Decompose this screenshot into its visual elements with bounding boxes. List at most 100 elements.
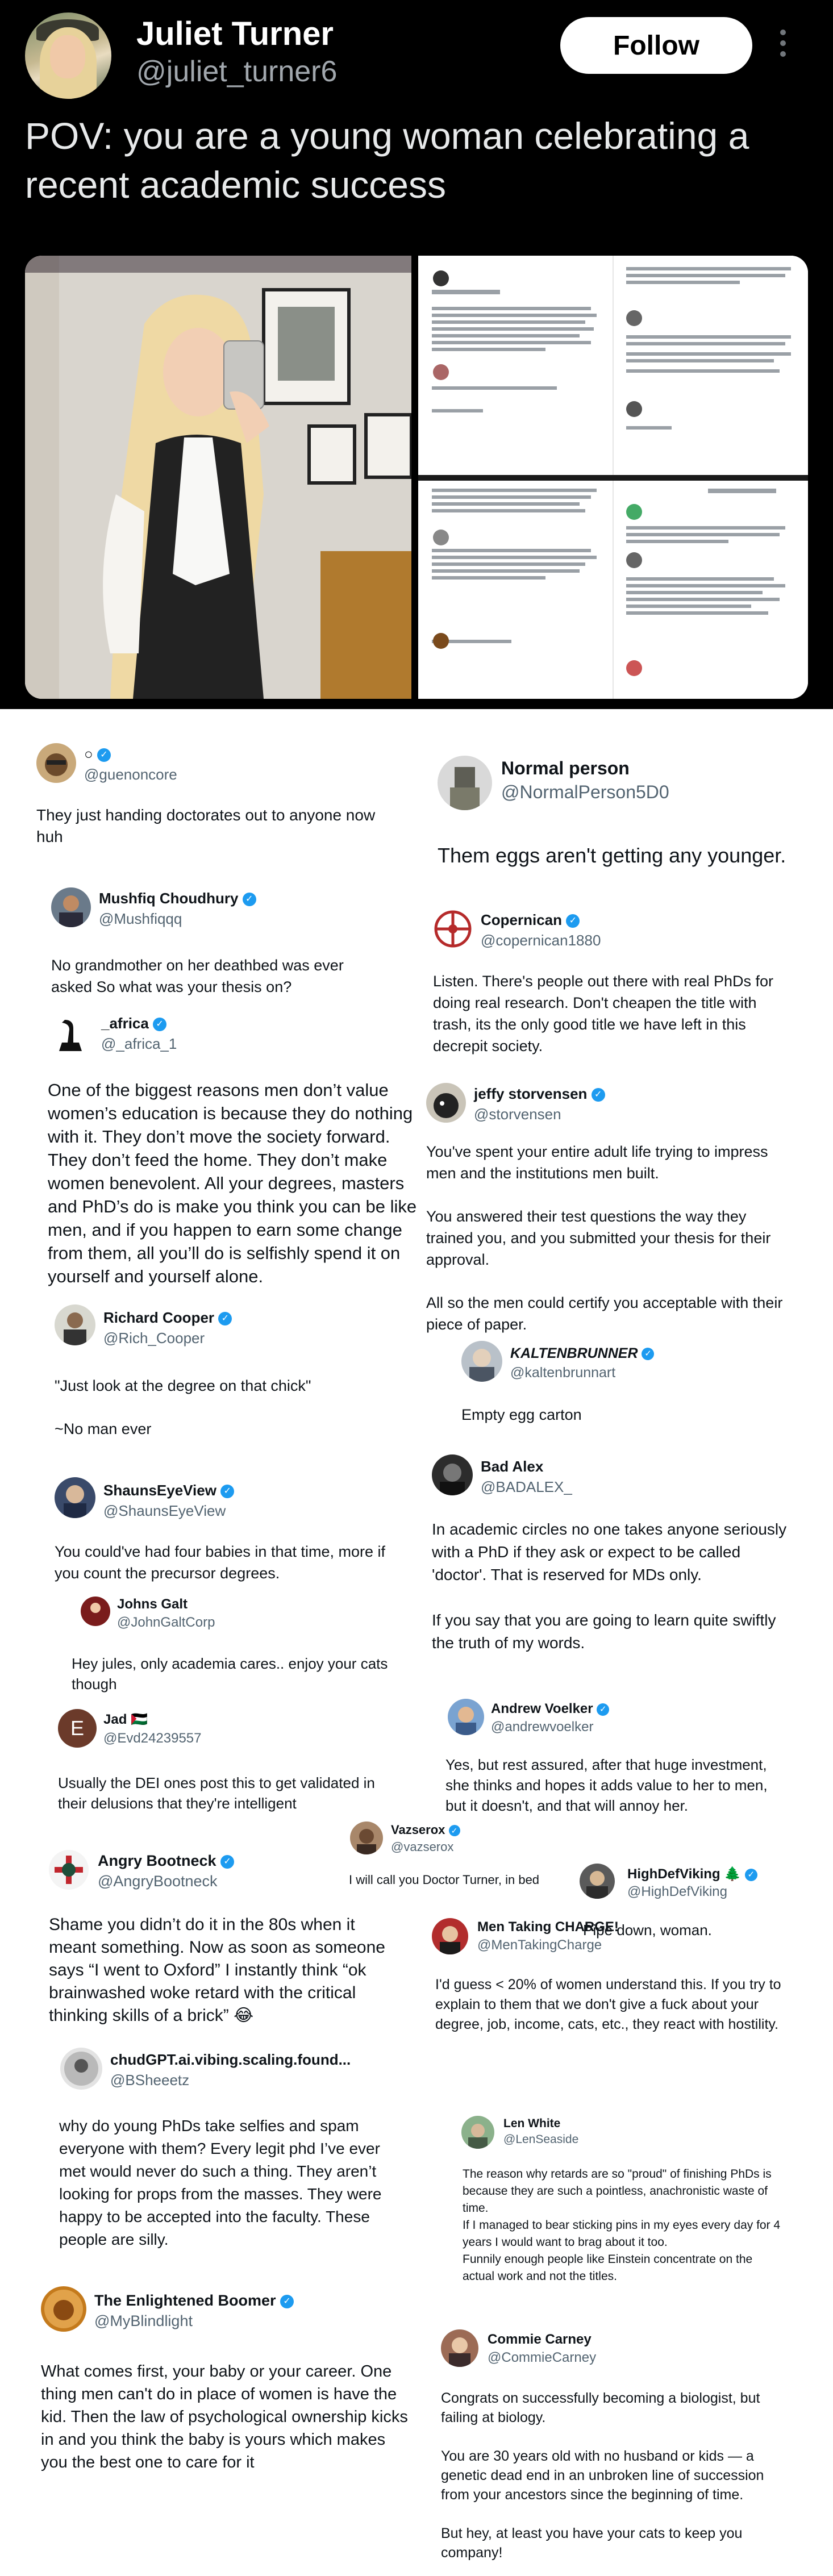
reply-name[interactable]: Richard Cooper ✓ <box>103 1309 232 1327</box>
reply-name[interactable]: Angry Bootneck ✓ <box>98 1852 235 1870</box>
reply-name[interactable]: ShaunsEyeView ✓ <box>103 1482 235 1499</box>
reply-text: Listen. There's people out there with re… <box>433 973 773 1054</box>
reply-text: You could've had four babies in that tim… <box>55 1543 386 1582</box>
screenshot-top <box>418 256 808 475</box>
reply-card[interactable]: Copernican ✓ @copernican1880 Listen. The… <box>433 909 797 1057</box>
reply-handle: @_africa_1 <box>101 1035 177 1052</box>
avatar[interactable]: E <box>58 1709 97 1748</box>
verified-badge-icon: ✓ <box>591 1088 605 1102</box>
reply-name[interactable]: KALTENBRUNNER ✓ <box>510 1345 655 1362</box>
reply-handle: @Mushfiqqq <box>99 910 182 927</box>
reply-card[interactable]: chudGPT.ai.vibing.scaling.found... @BShe… <box>59 2048 400 2264</box>
reply-card[interactable]: E Jad 🇵🇸 @Evd24239557 Usually the DEI on… <box>55 1709 407 1823</box>
verified-badge-icon: ✓ <box>566 914 580 928</box>
avatar[interactable] <box>426 1083 466 1123</box>
reply-card[interactable]: Commie Carney @CommieCarney Congrats on … <box>441 2329 793 2574</box>
reply-text: No grandmother on her deathbed was ever … <box>51 957 344 995</box>
reply-text: You've spent your entire adult life tryi… <box>426 1141 784 1335</box>
reply-card[interactable]: KALTENBRUNNER ✓ @kaltenbrunnart Empty eg… <box>461 1341 780 1432</box>
reply-text-para: The reason why retards are so "proud" of… <box>463 2167 772 2215</box>
reply-text: Empty egg carton <box>461 1406 582 1423</box>
reply-name[interactable]: Men Taking CHARGE! <box>477 1919 619 1935</box>
post-text: POV: you are a young woman celebrating a… <box>25 115 749 206</box>
avatar[interactable] <box>580 1864 615 1899</box>
avatar[interactable] <box>48 1011 93 1057</box>
reply-name[interactable]: ○ ✓ <box>84 745 111 763</box>
reply-card[interactable]: The Enlightened Boomer ✓ @MyBlindlight W… <box>41 2286 422 2491</box>
reply-handle: @NormalPerson5D0 <box>501 782 669 802</box>
reply-name[interactable]: _africa ✓ <box>101 1015 167 1032</box>
reply-handle: @guenoncore <box>84 766 177 783</box>
post-photo[interactable] <box>25 256 411 699</box>
reply-name[interactable]: The Enlightened Boomer ✓ <box>94 2292 294 2310</box>
avatar[interactable] <box>448 1699 484 1735</box>
display-name[interactable]: Juliet Turner <box>136 15 334 53</box>
avatar[interactable] <box>55 1477 95 1518</box>
reply-name[interactable]: Commie Carney <box>488 2332 592 2348</box>
reply-card[interactable]: jeffy storvensen ✓ @storvensen You've sp… <box>426 1083 807 1378</box>
reply-name[interactable]: Johns Galt <box>117 1597 188 1612</box>
reply-text: The reason why retards are so "proud" of… <box>463 2166 781 2285</box>
more-icon[interactable] <box>777 30 789 64</box>
avatar[interactable] <box>438 756 492 810</box>
verified-badge-icon: ✓ <box>448 1825 460 1837</box>
verified-badge-icon: ✓ <box>97 748 111 762</box>
reply-card[interactable]: Richard Cooper ✓ @Rich_Cooper "Just look… <box>55 1304 373 1441</box>
reply-card[interactable]: Len White @LenSeaside The reason why ret… <box>461 2116 802 2320</box>
avatar[interactable] <box>25 12 111 99</box>
reply-handle: @ShaunsEyeView <box>103 1502 226 1519</box>
reply-card[interactable]: Johns Galt @JohnGaltCorp Hey jules, only… <box>72 1594 413 1708</box>
reply-handle: @AngryBootneck <box>98 1873 218 1890</box>
reply-card[interactable]: Bad Alex @BADALEX_ In academic circles n… <box>432 1454 795 1670</box>
avatar[interactable] <box>60 2048 102 2090</box>
reply-card[interactable]: ShaunsEyeView ✓ @ShaunsEyeView You could… <box>55 1477 407 1591</box>
reply-text-para: If I managed to bear sticking pins in my… <box>463 2219 781 2249</box>
user-handle: @juliet_turner6 <box>136 55 338 88</box>
reply-handle: @storvensen <box>474 1106 561 1123</box>
reply-text-para: "Just look at the degree on that chick" <box>55 1377 311 1394</box>
reply-name[interactable]: Bad Alex <box>481 1458 543 1475</box>
avatar[interactable] <box>432 1454 473 1495</box>
reply-text: One of the biggest reasons men don’t val… <box>48 1080 417 1286</box>
avatar[interactable] <box>36 743 76 783</box>
reply-text-para: All so the men could certify you accepta… <box>426 1294 783 1333</box>
post-screenshot[interactable] <box>418 256 808 699</box>
selfie-image <box>25 256 411 699</box>
reply-name[interactable]: HighDefViking 🌲 ✓ <box>627 1866 757 1882</box>
avatar[interactable] <box>55 1304 95 1345</box>
verified-badge-icon: ✓ <box>218 1312 232 1326</box>
avatar[interactable] <box>432 1918 468 1954</box>
reply-card[interactable]: Mushfiq Choudhury ✓ @Mushfiqqq No grandm… <box>51 887 403 1001</box>
reply-text-para: In academic circles no one takes anyone … <box>432 1520 787 1583</box>
reply-name[interactable]: Mushfiq Choudhury ✓ <box>99 890 256 907</box>
avatar[interactable] <box>461 1341 502 1382</box>
avatar[interactable] <box>461 2116 494 2149</box>
reply-name[interactable]: Normal person <box>501 758 630 779</box>
reply-name[interactable]: Jad 🇵🇸 <box>103 1711 148 1728</box>
verified-badge-icon: ✓ <box>597 1703 610 1716</box>
verified-badge-icon: ✓ <box>220 1854 235 1869</box>
avatar[interactable] <box>441 2329 478 2367</box>
reply-card[interactable]: _africa ✓ @_africa_1 One of the biggest … <box>48 1011 423 1318</box>
avatar[interactable] <box>41 2286 86 2332</box>
follow-button[interactable]: Follow <box>560 17 752 74</box>
reply-card[interactable]: Men Taking CHARGE! @MenTakingCharge I'd … <box>432 1918 795 2071</box>
avatar[interactable] <box>78 1594 113 1628</box>
reply-name[interactable]: chudGPT.ai.vibing.scaling.found... <box>110 2051 351 2069</box>
reply-card[interactable]: Angry Bootneck ✓ @AngryBootneck Shame yo… <box>49 1850 401 2037</box>
reply-name[interactable]: Len White <box>503 2117 560 2131</box>
reply-name[interactable]: jeffy storvensen ✓ <box>474 1085 605 1103</box>
reply-handle: @MenTakingCharge <box>477 1937 602 1953</box>
reply-card[interactable]: Normal person @NormalPerson5D0 Them eggs… <box>438 750 813 875</box>
reply-card[interactable]: Andrew Voelker ✓ @andrewvoelker Yes, but… <box>444 1699 797 1824</box>
reply-card[interactable]: ○ ✓ @guenoncore They just handing doctor… <box>36 743 400 857</box>
avatar[interactable] <box>49 1850 89 1890</box>
reply-name[interactable]: Vazserox ✓ <box>391 1823 460 1837</box>
reply-text: why do young PhDs take selfies and spam … <box>59 2117 382 2248</box>
reply-name[interactable]: Copernican ✓ <box>481 911 580 929</box>
verified-badge-icon: ✓ <box>280 2294 294 2308</box>
avatar[interactable] <box>51 887 91 927</box>
reply-handle: @andrewvoelker <box>491 1719 594 1735</box>
avatar[interactable] <box>433 909 473 949</box>
reply-name[interactable]: Andrew Voelker ✓ <box>491 1701 610 1717</box>
